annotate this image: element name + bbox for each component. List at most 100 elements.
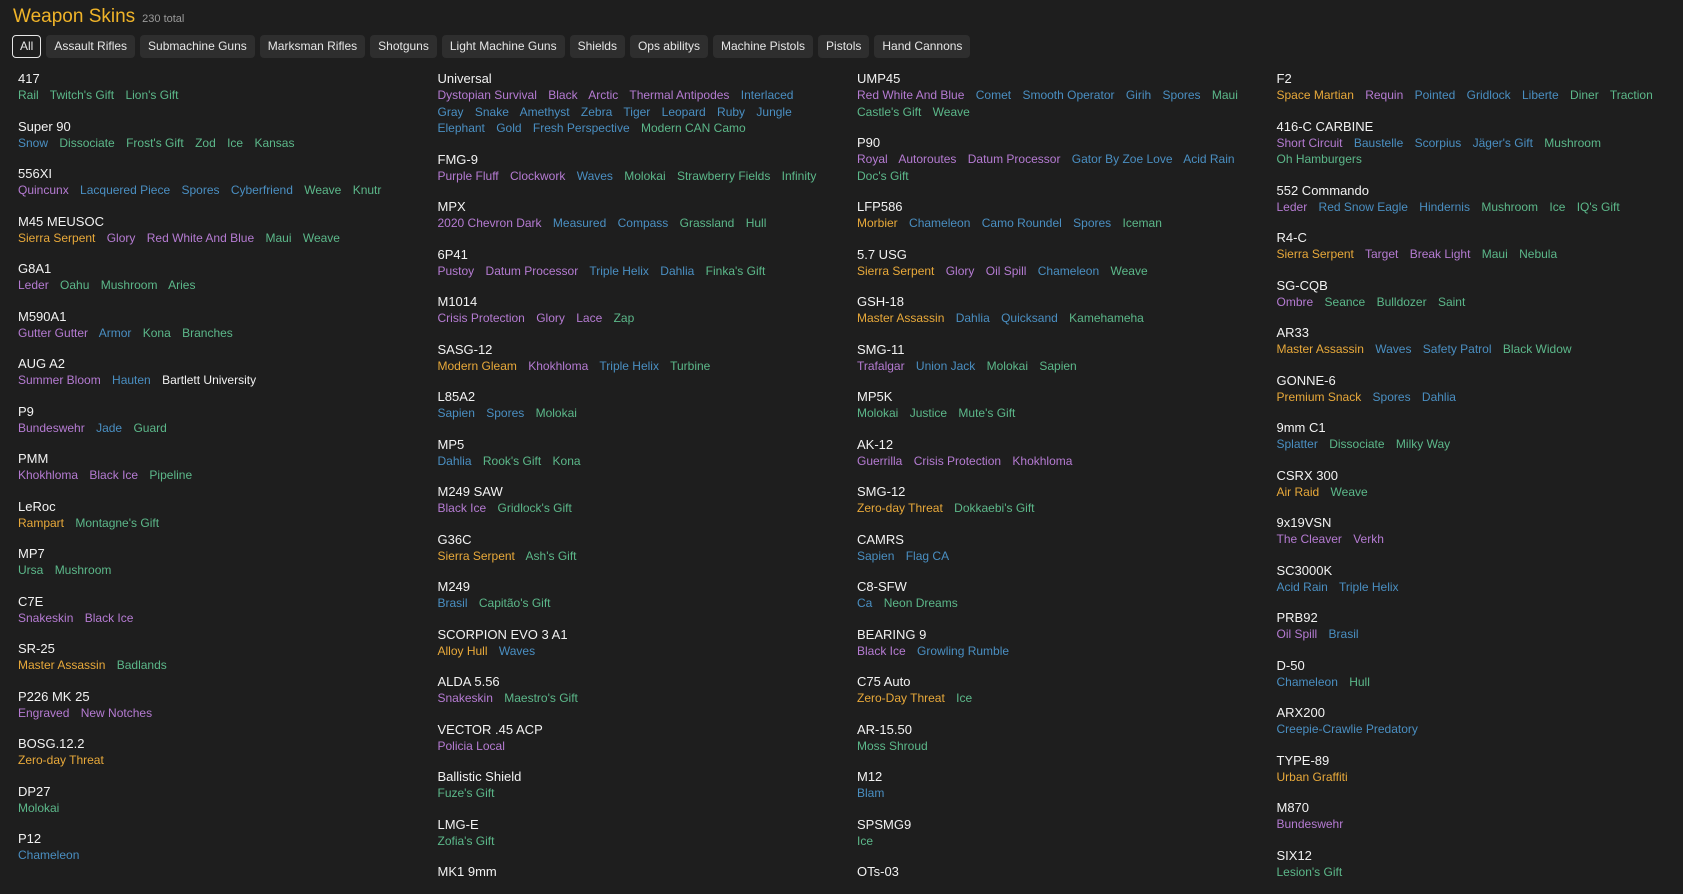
skin-link[interactable]: Finka's Gift [706, 264, 766, 278]
skin-link[interactable]: Oil Spill [1277, 627, 1318, 641]
skin-link[interactable]: Spores [1163, 88, 1201, 102]
skin-link[interactable]: Union Jack [916, 359, 975, 373]
skin-link[interactable]: Short Circuit [1277, 136, 1343, 150]
skin-link[interactable]: Sapien [438, 406, 475, 420]
skin-link[interactable]: Ursa [18, 563, 43, 577]
skin-link[interactable]: Spores [486, 406, 524, 420]
skin-link[interactable]: Modern Gleam [438, 359, 517, 373]
skin-link[interactable]: Black Ice [89, 468, 138, 482]
tab-shields[interactable]: Shields [570, 35, 625, 58]
skin-link[interactable]: Bulldozer [1377, 295, 1427, 309]
skin-link[interactable]: Baustelle [1354, 136, 1403, 150]
skin-link[interactable]: Dissociate [1329, 437, 1384, 451]
tab-light-machine-guns[interactable]: Light Machine Guns [442, 35, 565, 58]
skin-link[interactable]: IQ's Gift [1577, 200, 1620, 214]
tab-marksman-rifles[interactable]: Marksman Rifles [260, 35, 365, 58]
skin-link[interactable]: Growling Rumble [917, 644, 1009, 658]
skin-link[interactable]: Infinity [782, 169, 817, 183]
skin-link[interactable]: Armor [99, 326, 132, 340]
skin-link[interactable]: Dahlia [956, 311, 990, 325]
skin-link[interactable]: Molokai [987, 359, 1028, 373]
skin-link[interactable]: Kamehameha [1069, 311, 1144, 325]
skin-link[interactable]: Khokhloma [528, 359, 588, 373]
skin-link[interactable]: Zero-day Threat [18, 753, 104, 767]
skin-link[interactable]: Chameleon [18, 848, 79, 862]
skin-link[interactable]: Fresh Perspective [533, 121, 630, 135]
skin-link[interactable]: Leder [1277, 200, 1308, 214]
skin-link[interactable]: Justice [910, 406, 947, 420]
skin-link[interactable]: Urban Graffiti [1277, 770, 1348, 784]
skin-link[interactable]: Dokkaebi's Gift [954, 501, 1034, 515]
skin-link[interactable]: Oahu [60, 278, 89, 292]
skin-link[interactable]: Sierra Serpent [1277, 247, 1354, 261]
skin-link[interactable]: Waves [1375, 342, 1411, 356]
skin-link[interactable]: Amethyst [520, 105, 570, 119]
skin-link[interactable]: Thermal Antipodes [629, 88, 729, 102]
skin-link[interactable]: Zap [614, 311, 635, 325]
skin-link[interactable]: Cyberfriend [231, 183, 293, 197]
skin-link[interactable]: Glory [946, 264, 975, 278]
skin-link[interactable]: Lesion's Gift [1277, 865, 1343, 879]
skin-link[interactable]: Traction [1610, 88, 1653, 102]
skin-link[interactable]: Break Light [1410, 247, 1471, 261]
skin-link[interactable]: Pointed [1415, 88, 1456, 102]
skin-link[interactable]: Diner [1570, 88, 1599, 102]
skin-link[interactable]: Black Ice [857, 644, 906, 658]
skin-link[interactable]: Hull [1349, 675, 1370, 689]
skin-link[interactable]: Grassland [680, 216, 735, 230]
skin-link[interactable]: Black Ice [438, 501, 487, 515]
skin-link[interactable]: Requin [1365, 88, 1403, 102]
skin-link[interactable]: Kona [143, 326, 171, 340]
skin-link[interactable]: Gray [438, 105, 464, 119]
skin-link[interactable]: Sierra Serpent [857, 264, 934, 278]
skin-link[interactable]: Ruby [717, 105, 745, 119]
skin-link[interactable]: Guerrilla [857, 454, 902, 468]
skin-link[interactable]: Triple Helix [1339, 580, 1399, 594]
skin-link[interactable]: Master Assassin [18, 658, 105, 672]
skin-link[interactable]: Alloy Hull [438, 644, 488, 658]
skin-link[interactable]: Gridlock's Gift [498, 501, 572, 515]
skin-link[interactable]: Red White And Blue [857, 88, 964, 102]
skin-link[interactable]: Liberte [1522, 88, 1559, 102]
skin-link[interactable]: Leopard [662, 105, 706, 119]
skin-link[interactable]: Premium Snack [1277, 390, 1362, 404]
skin-link[interactable]: Frost's Gift [126, 136, 184, 150]
skin-link[interactable]: Snake [475, 105, 509, 119]
skin-link[interactable]: Camo Roundel [982, 216, 1062, 230]
skin-link[interactable]: The Cleaver [1277, 532, 1342, 546]
skin-link[interactable]: Weave [933, 105, 970, 119]
skin-link[interactable]: Neon Dreams [884, 596, 958, 610]
skin-link[interactable]: Khokhloma [1012, 454, 1072, 468]
skin-link[interactable]: Lion's Gift [125, 88, 178, 102]
skin-link[interactable]: Ice [227, 136, 243, 150]
skin-link[interactable]: Space Martian [1277, 88, 1354, 102]
skin-link[interactable]: Elephant [438, 121, 485, 135]
skin-link[interactable]: Black Widow [1503, 342, 1572, 356]
skin-link[interactable]: Weave [303, 231, 340, 245]
skin-link[interactable]: Strawberry Fields [677, 169, 770, 183]
skin-link[interactable]: Branches [182, 326, 233, 340]
skin-link[interactable]: Knutr [353, 183, 382, 197]
skin-link[interactable]: Brasil [438, 596, 468, 610]
skin-link[interactable]: Spores [181, 183, 219, 197]
skin-link[interactable]: Doc's Gift [857, 169, 909, 183]
skin-link[interactable]: Triple Helix [589, 264, 649, 278]
skin-link[interactable]: Target [1365, 247, 1398, 261]
skin-link[interactable]: Maui [265, 231, 291, 245]
skin-link[interactable]: Maui [1212, 88, 1238, 102]
skin-link[interactable]: Iceman [1123, 216, 1162, 230]
skin-link[interactable]: Safety Patrol [1423, 342, 1492, 356]
skin-link[interactable]: Chameleon [1277, 675, 1338, 689]
skin-link[interactable]: Badlands [117, 658, 167, 672]
skin-link[interactable]: New Notches [81, 706, 152, 720]
skin-link[interactable]: Glory [107, 231, 136, 245]
skin-link[interactable]: Pustoy [438, 264, 475, 278]
skin-link[interactable]: Smooth Operator [1022, 88, 1114, 102]
skin-link[interactable]: Trafalgar [857, 359, 905, 373]
skin-link[interactable]: Glory [536, 311, 565, 325]
skin-link[interactable]: Waves [577, 169, 613, 183]
skin-link[interactable]: Morbier [857, 216, 898, 230]
skin-link[interactable]: Gridlock [1467, 88, 1511, 102]
skin-link[interactable]: Bundeswehr [1277, 817, 1344, 831]
skin-link[interactable]: Summer Bloom [18, 373, 101, 387]
